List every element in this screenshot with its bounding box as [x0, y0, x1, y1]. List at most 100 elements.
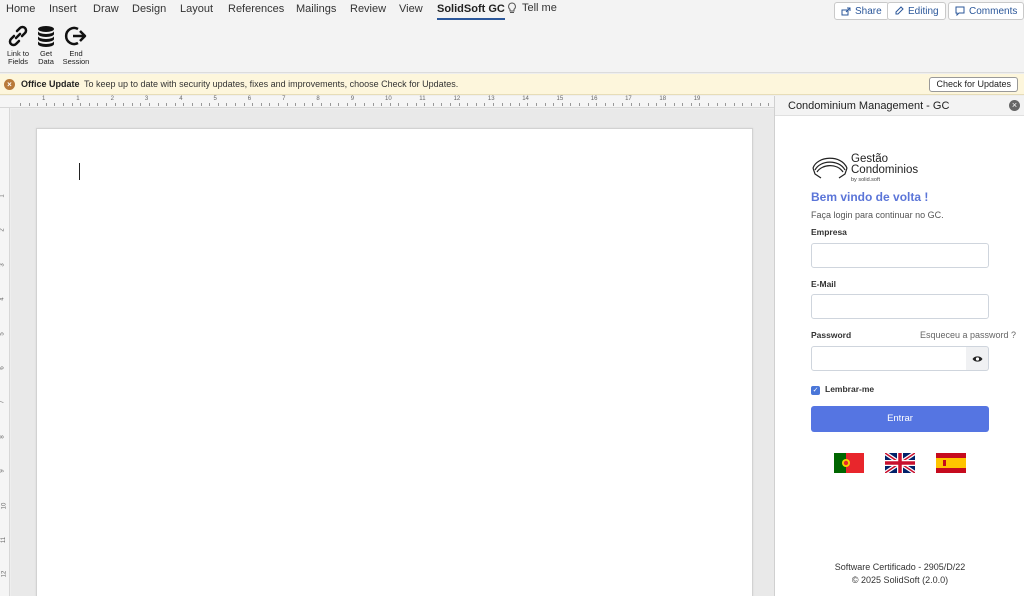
lightbulb-icon	[508, 2, 516, 13]
check-for-updates-button[interactable]: Check for Updates	[929, 77, 1018, 92]
tab-insert[interactable]: Insert	[49, 3, 77, 15]
ruler-tick	[321, 103, 322, 106]
ruler-tick	[484, 103, 486, 106]
ruler-tick	[432, 103, 434, 106]
ruler-number: 17	[625, 96, 632, 102]
ruler-tick	[553, 103, 555, 106]
pencil-icon	[895, 6, 904, 15]
tab-references[interactable]: References	[228, 3, 284, 15]
close-icon[interactable]: ×	[1009, 100, 1020, 111]
ruler-tick	[630, 103, 632, 106]
company-label: Empresa	[811, 227, 847, 237]
get-data-label2: Data	[38, 57, 54, 66]
remember-checkbox[interactable]: ✓	[811, 386, 820, 395]
end-session-button[interactable]: End Session	[61, 24, 91, 66]
tab-view[interactable]: View	[399, 3, 423, 15]
comments-label: Comments	[969, 5, 1018, 17]
editing-button[interactable]: Editing	[887, 2, 946, 20]
vertical-ruler[interactable]: 1 2 3 4 5 6 7 8 9 10 11 12	[0, 108, 10, 596]
ruler-tick	[364, 103, 365, 106]
ruler-number: 1	[42, 96, 46, 102]
show-password-button[interactable]	[966, 346, 989, 371]
vertical-ruler-number: 5	[0, 331, 6, 336]
email-input[interactable]	[811, 294, 989, 319]
tab-layout[interactable]: Layout	[180, 3, 213, 15]
text-cursor	[79, 163, 80, 180]
ruler-tick	[518, 103, 520, 106]
ruler-number: 9	[350, 96, 355, 102]
ruler-number: 15	[556, 96, 564, 102]
ruler-tick	[665, 103, 666, 106]
login-button[interactable]: Entrar	[811, 406, 989, 432]
document-page[interactable]	[36, 128, 753, 596]
company-input[interactable]	[811, 243, 989, 268]
spain-flag-icon[interactable]	[936, 453, 966, 473]
ruler-tick	[80, 103, 82, 106]
close-icon[interactable]: ×	[4, 79, 15, 90]
ruler-number: 5	[213, 96, 217, 102]
vertical-ruler-number: 4	[0, 297, 6, 301]
ruler-tick	[759, 103, 761, 106]
share-label: Share	[855, 5, 882, 17]
comments-button[interactable]: Comments	[948, 2, 1024, 20]
uk-flag-icon[interactable]	[885, 453, 915, 473]
ruler-tick	[441, 103, 443, 106]
copyright-text: © 2025 SolidSoft (2.0.0)	[851, 575, 949, 585]
ruler-tick	[398, 103, 400, 106]
password-input[interactable]	[811, 346, 967, 371]
ruler-tick	[303, 103, 305, 106]
logout-icon	[64, 26, 87, 46]
ruler-number: 18	[659, 96, 667, 102]
ruler-tick	[716, 103, 718, 106]
link-icon	[8, 25, 28, 47]
end-session-label2: Session	[62, 57, 90, 66]
ruler-tick	[699, 103, 701, 106]
ruler-number: 11	[419, 96, 426, 102]
login-subtitle: Faça login para continuar no GC.	[811, 210, 944, 220]
tab-draw[interactable]: Draw	[93, 3, 119, 15]
ruler-tick	[54, 103, 56, 106]
get-data-button[interactable]: Get Data	[31, 24, 61, 66]
tab-mailings[interactable]: Mailings	[296, 3, 336, 15]
ruler-tick	[114, 103, 116, 106]
vertical-ruler-number: 9	[0, 469, 6, 473]
ruler-number: 4	[179, 96, 183, 102]
email-label: E-Mail	[811, 279, 837, 289]
ruler-tick	[37, 103, 39, 106]
ruler-tick	[20, 103, 21, 106]
ruler-tick	[192, 103, 193, 106]
panel-header: Condominium Management - GC ×	[775, 96, 1024, 116]
ruler-tick	[45, 103, 47, 106]
ruler-number: 12	[453, 96, 461, 102]
forgot-password-link[interactable]: Esqueceu a password ?	[920, 330, 1016, 340]
ruler-tick	[768, 103, 770, 106]
tell-me-label: Tell me	[522, 2, 557, 14]
tab-home[interactable]: Home	[6, 3, 35, 15]
ruler-tick	[501, 103, 503, 106]
ruler-tick	[355, 103, 357, 106]
message-text: To keep up to date with security updates…	[84, 79, 459, 89]
tab-solidsoft-gc[interactable]: SolidSoft GC	[437, 3, 505, 20]
ruler-number: 16	[590, 96, 598, 102]
ruler-tick	[424, 103, 426, 106]
tell-me[interactable]: Tell me	[507, 2, 557, 14]
ruler-tick	[536, 103, 537, 106]
logo-line2: Condominios	[851, 164, 919, 176]
ruler-tick	[690, 103, 692, 106]
tab-design[interactable]: Design	[132, 3, 166, 15]
ruler-tick	[450, 103, 451, 106]
tab-review[interactable]: Review	[350, 3, 386, 15]
horizontal-ruler[interactable]: 1 1 2 3 4 5 6 7 8 9 10 11 12 13 14 15 16 17 18 19	[0, 96, 774, 108]
vertical-ruler-number: 12	[1, 571, 8, 578]
ruler-tick	[312, 103, 314, 106]
ribbon-tab-bar: Home Insert Draw Design Layout Reference…	[0, 0, 1024, 22]
logo: Gestão Condominios by solid.soft	[811, 153, 931, 185]
portugal-flag-icon[interactable]	[834, 453, 864, 473]
ruler-tick	[174, 103, 176, 106]
condominium-panel: Condominium Management - GC × Gestão Con…	[774, 96, 1024, 596]
ruler-tick	[278, 103, 279, 106]
ruler-number: 7	[282, 96, 286, 102]
link-to-fields-button[interactable]: Link to Fields	[3, 24, 33, 66]
ruler-number: 6	[247, 96, 252, 102]
share-button[interactable]: Share	[834, 2, 889, 20]
